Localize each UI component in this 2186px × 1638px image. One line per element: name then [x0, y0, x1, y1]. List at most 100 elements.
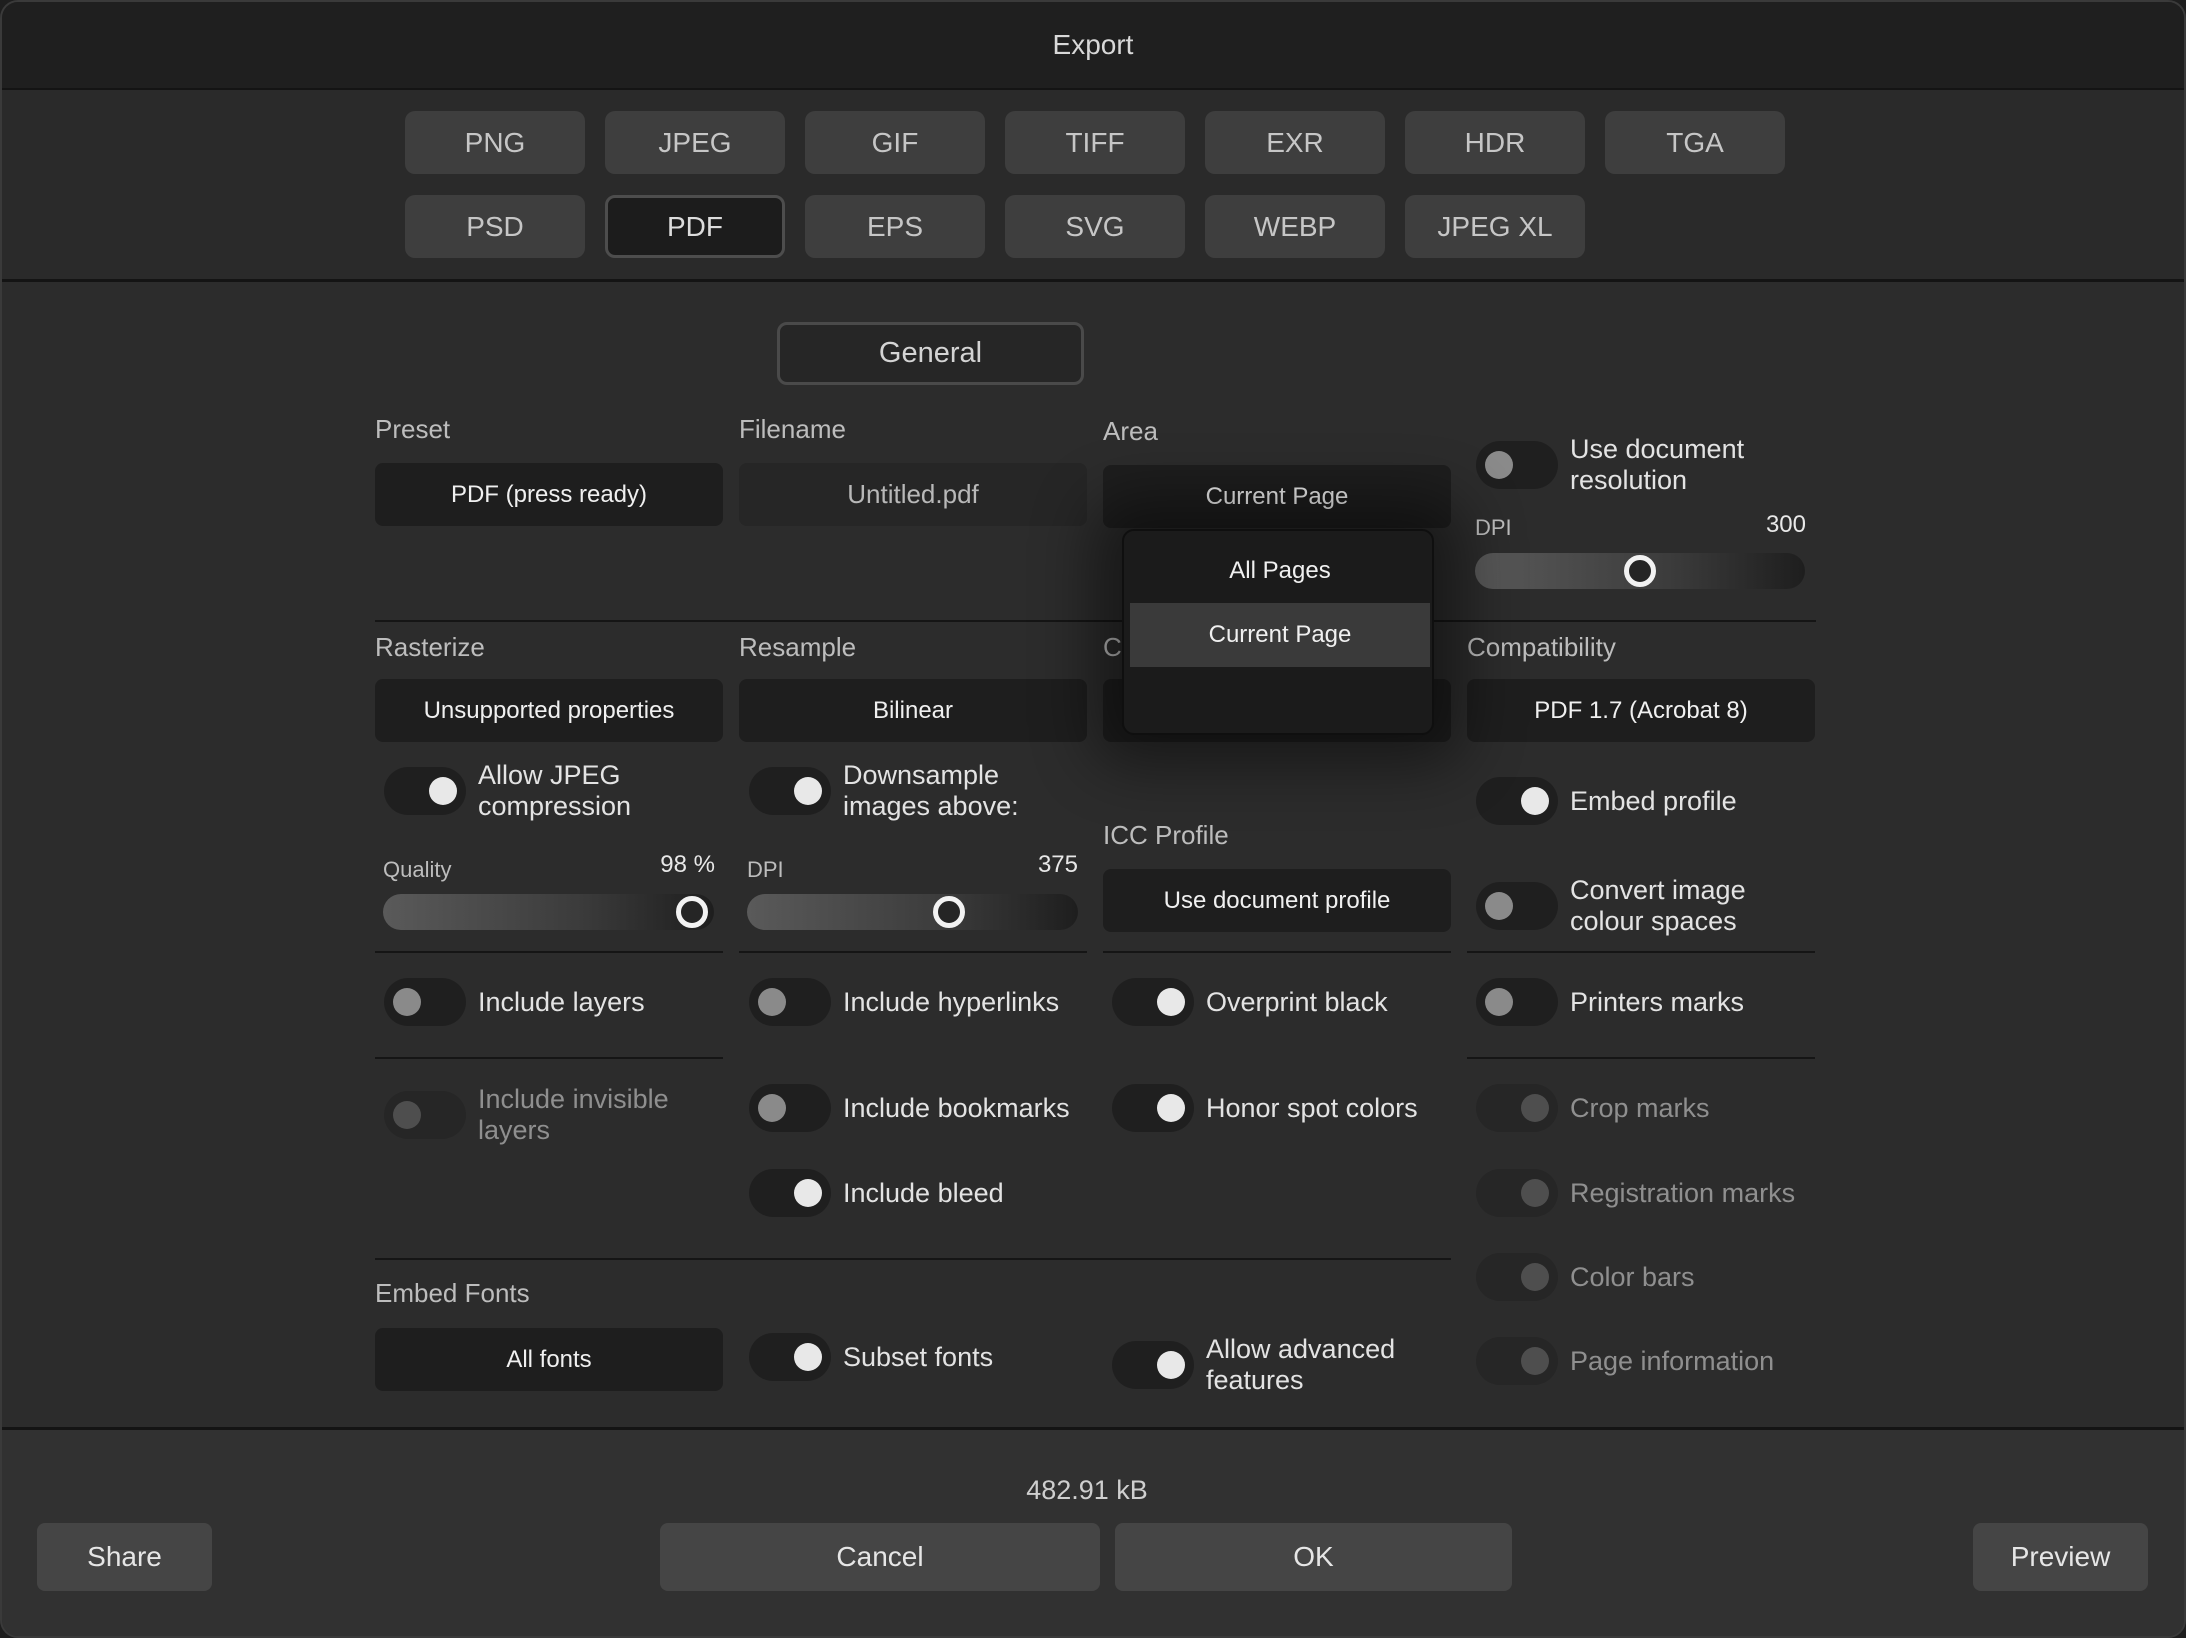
title-bar: Export [2, 2, 2184, 90]
toggle-switch[interactable] [384, 767, 466, 815]
toggle-switch[interactable] [749, 767, 831, 815]
toggle-switch[interactable] [749, 1084, 831, 1132]
toggle-switch[interactable] [749, 1333, 831, 1381]
preset-dropdown[interactable]: PDF (press ready) [375, 463, 723, 526]
slider-thumb[interactable] [676, 896, 708, 928]
format-tab-exr[interactable]: EXR [1205, 111, 1385, 174]
compatibility-dropdown[interactable]: PDF 1.7 (Acrobat 8) [1467, 679, 1815, 742]
toggle-switch[interactable] [1476, 1169, 1558, 1217]
page-information-label: Page information [1570, 1345, 1775, 1376]
rasterize-dropdown[interactable]: Unsupported properties [375, 679, 723, 742]
downsample-images-label: Downsample images above: [843, 760, 1019, 821]
file-size-estimate: 482.91 kB [1026, 1475, 1148, 1505]
toggle-switch[interactable] [1476, 441, 1558, 489]
format-tab-tiff[interactable]: TIFF [1005, 111, 1185, 174]
toggle-switch[interactable] [1476, 1253, 1558, 1301]
toggle-switch[interactable] [1112, 1084, 1194, 1132]
subset-fonts-toggle[interactable]: Subset fonts [749, 1333, 993, 1381]
filename-field[interactable]: Untitled.pdf [739, 463, 1087, 526]
toggle-switch[interactable] [1476, 882, 1558, 930]
toggle-switch[interactable] [1112, 978, 1194, 1026]
use-document-resolution-label: Use document resolution [1570, 434, 1745, 495]
toggle-switch[interactable] [749, 1169, 831, 1217]
format-tab-gif[interactable]: GIF [805, 111, 985, 174]
slider-thumb[interactable] [933, 896, 965, 928]
embed-profile-toggle[interactable]: Embed profile [1476, 777, 1737, 825]
use-document-resolution-toggle[interactable]: Use document resolution [1476, 434, 1770, 496]
include-hyperlinks-toggle[interactable]: Include hyperlinks [749, 978, 1059, 1026]
format-tab-tga[interactable]: TGA [1605, 111, 1785, 174]
area-option-current-page[interactable]: Current Page [1130, 603, 1430, 667]
convert-colour-spaces-toggle[interactable]: Convert image colour spaces [1476, 875, 1770, 937]
preset-label: Preset [375, 414, 451, 444]
resolution-dpi-label: DPI [1475, 515, 1512, 540]
resolution-dpi-slider[interactable] [1475, 553, 1805, 589]
include-layers-toggle[interactable]: Include layers [384, 978, 645, 1026]
export-dialog: Export PNG JPEG GIF TIFF EXR HDR TGA PSD… [0, 0, 2186, 1638]
include-bleed-toggle[interactable]: Include bleed [749, 1169, 1004, 1217]
allow-jpeg-compression-label: Allow JPEG compression [478, 760, 632, 821]
ok-button[interactable]: OK [1115, 1523, 1512, 1591]
compatibility-label: Compatibility [1467, 632, 1616, 662]
format-tab-psd[interactable]: PSD [405, 195, 585, 258]
allow-advanced-features-toggle[interactable]: Allow advanced features [1112, 1334, 1416, 1396]
downsample-dpi-label: DPI [747, 857, 784, 882]
honor-spot-colors-toggle[interactable]: Honor spot colors [1112, 1084, 1418, 1132]
include-bookmarks-toggle[interactable]: Include bookmarks [749, 1084, 1070, 1132]
format-tab-hdr[interactable]: HDR [1405, 111, 1585, 174]
dialog-footer: 482.91 kB Share Cancel OK Preview [2, 1427, 2184, 1636]
toggle-switch[interactable] [1112, 1341, 1194, 1389]
downsample-dpi-slider[interactable] [747, 894, 1078, 930]
printers-marks-toggle[interactable]: Printers marks [1476, 978, 1744, 1026]
format-tab-jpeg-xl[interactable]: JPEG XL [1405, 195, 1585, 258]
embed-fonts-dropdown[interactable]: All fonts [375, 1328, 723, 1391]
crop-marks-toggle[interactable]: Crop marks [1476, 1084, 1710, 1132]
crop-marks-label: Crop marks [1570, 1092, 1710, 1123]
icc-profile-dropdown[interactable]: Use document profile [1103, 869, 1451, 932]
area-dropdown[interactable]: Current Page [1103, 465, 1451, 528]
area-option-all-pages[interactable]: All Pages [1130, 539, 1430, 603]
format-tab-png[interactable]: PNG [405, 111, 585, 174]
registration-marks-toggle[interactable]: Registration marks [1476, 1169, 1795, 1217]
include-hyperlinks-label: Include hyperlinks [843, 986, 1060, 1017]
overprint-black-toggle[interactable]: Overprint black [1112, 978, 1388, 1026]
preview-button[interactable]: Preview [1973, 1523, 2148, 1591]
area-label: Area [1103, 416, 1158, 446]
honor-spot-colors-label: Honor spot colors [1206, 1092, 1418, 1123]
format-tab-webp[interactable]: WEBP [1205, 195, 1385, 258]
registration-marks-label: Registration marks [1570, 1177, 1796, 1208]
filename-label: Filename [739, 414, 846, 444]
icc-profile-label: ICC Profile [1103, 820, 1229, 850]
slider-thumb[interactable] [1624, 555, 1656, 587]
divider [375, 620, 1816, 622]
toggle-switch[interactable] [1476, 1337, 1558, 1385]
format-tab-jpeg[interactable]: JPEG [605, 111, 785, 174]
allow-advanced-features-label: Allow advanced features [1206, 1334, 1396, 1395]
hidden-label-initial: C [1103, 632, 1122, 662]
format-tab-pdf[interactable]: PDF [605, 195, 785, 258]
downsample-images-toggle[interactable]: Downsample images above: [749, 760, 1043, 822]
format-tab-svg[interactable]: SVG [1005, 195, 1185, 258]
allow-jpeg-compression-toggle[interactable]: Allow JPEG compression [384, 760, 658, 822]
include-invisible-layers-toggle[interactable]: Include invisible layers [384, 1084, 678, 1146]
divider [1103, 951, 1451, 953]
overprint-black-label: Overprint black [1206, 986, 1388, 1017]
toggle-switch[interactable] [1476, 1084, 1558, 1132]
toggle-switch[interactable] [1476, 777, 1558, 825]
format-tab-eps[interactable]: EPS [805, 195, 985, 258]
section-general-button[interactable]: General [777, 322, 1084, 385]
quality-slider[interactable] [383, 894, 714, 930]
resample-dropdown[interactable]: Bilinear [739, 679, 1087, 742]
divider [1467, 951, 1815, 953]
toggle-switch[interactable] [749, 978, 831, 1026]
toggle-switch[interactable] [1476, 978, 1558, 1026]
share-button[interactable]: Share [37, 1523, 212, 1591]
cancel-button[interactable]: Cancel [660, 1523, 1100, 1591]
divider [739, 951, 1087, 953]
toggle-switch[interactable] [384, 978, 466, 1026]
quality-label: Quality [383, 857, 452, 882]
color-bars-label: Color bars [1570, 1261, 1695, 1292]
toggle-switch[interactable] [384, 1091, 466, 1139]
color-bars-toggle[interactable]: Color bars [1476, 1253, 1695, 1301]
page-information-toggle[interactable]: Page information [1476, 1337, 1774, 1385]
